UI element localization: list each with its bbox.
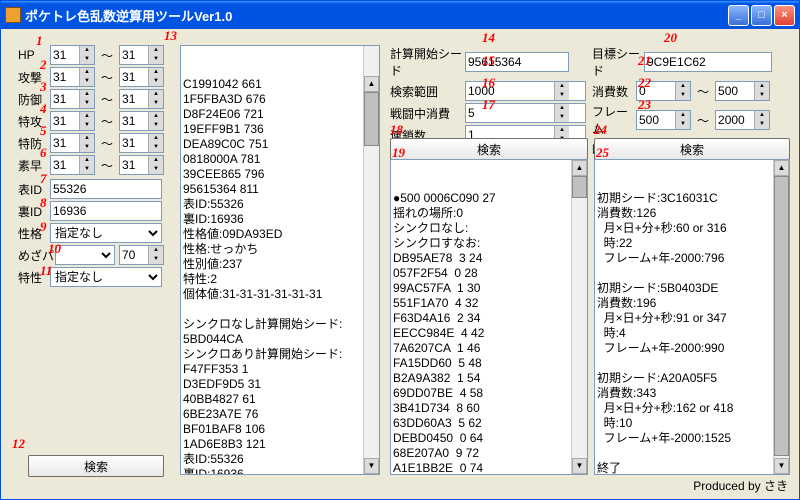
omote-id-input[interactable]: [50, 179, 162, 199]
range-label: 検索範囲: [390, 83, 465, 100]
spa-min-input[interactable]: ▲▼: [50, 111, 95, 131]
scrollbar[interactable]: ▲▼: [363, 46, 379, 474]
mezapa-power-input[interactable]: ▲▼: [119, 245, 164, 265]
spa-max-input[interactable]: ▲▼: [119, 111, 164, 131]
result-list-1[interactable]: C1991042 661 1F5FBA3D 676 D8F24E06 721 1…: [180, 45, 380, 475]
ability-select[interactable]: 指定なし: [50, 267, 162, 287]
close-button[interactable]: ×: [774, 5, 795, 26]
def-min-input[interactable]: ▲▼: [50, 89, 95, 109]
annotation: 9: [40, 219, 47, 235]
hp-min-input[interactable]: ▲▼: [50, 45, 95, 65]
window-title: ポケトレ色乱数逆算用ツールVer1.0: [25, 6, 728, 25]
atk-min-input[interactable]: ▲▼: [50, 67, 95, 87]
annotation: 23: [638, 97, 651, 113]
seed-start-label: 計算開始シード: [390, 45, 465, 79]
minimize-button[interactable]: _: [728, 5, 749, 26]
annotation: 16: [482, 75, 495, 91]
ura-id-input[interactable]: [50, 201, 162, 221]
annotation: 1: [36, 33, 43, 49]
scrollbar[interactable]: ▲▼: [773, 160, 789, 474]
result-list-2[interactable]: ●500 0006C090 27 揺れの場所:0 シンクロなし: シンクロすなお…: [390, 159, 588, 475]
annotation: 13: [164, 28, 177, 44]
annotation: 4: [40, 101, 47, 117]
spe-max-input[interactable]: ▲▼: [119, 155, 164, 175]
hp-max-input[interactable]: ▲▼: [119, 45, 164, 65]
scrollbar[interactable]: ▲▼: [571, 160, 587, 474]
client-area: HP 1 ▲▼ ～ ▲▼ 攻撃 2 ▲▼ ～ ▲▼ 防御 3 ▲▼ ～ ▲▼: [4, 29, 796, 496]
search-button-3[interactable]: 検索: [594, 138, 790, 160]
annotation: 5: [40, 123, 47, 139]
annotation: 11: [40, 263, 52, 279]
annotation: 2: [40, 57, 47, 73]
annotation: 8: [40, 195, 47, 211]
consume-max-input[interactable]: ▲▼: [715, 81, 770, 101]
app-icon: [5, 7, 21, 23]
result-list-3[interactable]: 初期シード:3C16031C 消費数:126 月×日+分+秒:60 or 316…: [594, 159, 790, 475]
spd-max-input[interactable]: ▲▼: [119, 133, 164, 153]
spe-min-input[interactable]: ▲▼: [50, 155, 95, 175]
app-window: ポケトレ色乱数逆算用ツールVer1.0 _ □ × HP 1 ▲▼ ～ ▲▼ 攻…: [0, 0, 800, 500]
annotation: 7: [40, 171, 47, 187]
annotation: 10: [48, 241, 61, 257]
seed-start-input[interactable]: [465, 52, 569, 72]
annotation: 20: [664, 30, 677, 46]
target-seed-label: 目標シード: [592, 45, 644, 79]
annotation: 18: [390, 122, 403, 138]
footer-credit: Produced by さき: [693, 477, 788, 494]
annotation: 22: [638, 75, 651, 91]
titlebar[interactable]: ポケトレ色乱数逆算用ツールVer1.0 _ □ ×: [1, 1, 799, 29]
frame-max-input[interactable]: ▲▼: [715, 110, 770, 130]
def-max-input[interactable]: ▲▼: [119, 89, 164, 109]
nature-select[interactable]: 指定なし: [50, 223, 162, 243]
battle-label: 戦闘中消費: [390, 105, 465, 122]
annotation: 15: [482, 53, 495, 69]
atk-max-input[interactable]: ▲▼: [119, 67, 164, 87]
annotation: 3: [40, 79, 47, 95]
search-button-2[interactable]: 検索: [390, 138, 588, 160]
iv-panel: HP 1 ▲▼ ～ ▲▼ 攻撃 2 ▲▼ ～ ▲▼ 防御 3 ▲▼ ～ ▲▼: [18, 45, 178, 289]
frame-min-input[interactable]: ▲▼: [636, 110, 691, 130]
annotation: 17: [482, 97, 495, 113]
spd-min-input[interactable]: ▲▼: [50, 133, 95, 153]
annotation: 6: [40, 145, 47, 161]
mezapa-type-select[interactable]: [55, 245, 115, 265]
annotation: 24: [594, 122, 607, 138]
target-seed-input[interactable]: [644, 52, 772, 72]
search-button-1[interactable]: 検索: [28, 455, 164, 477]
maximize-button[interactable]: □: [751, 5, 772, 26]
annotation: 21: [638, 53, 651, 69]
annotation: 14: [482, 30, 495, 46]
annotation: 12: [12, 436, 25, 452]
consume-label: 消費数: [592, 83, 636, 100]
